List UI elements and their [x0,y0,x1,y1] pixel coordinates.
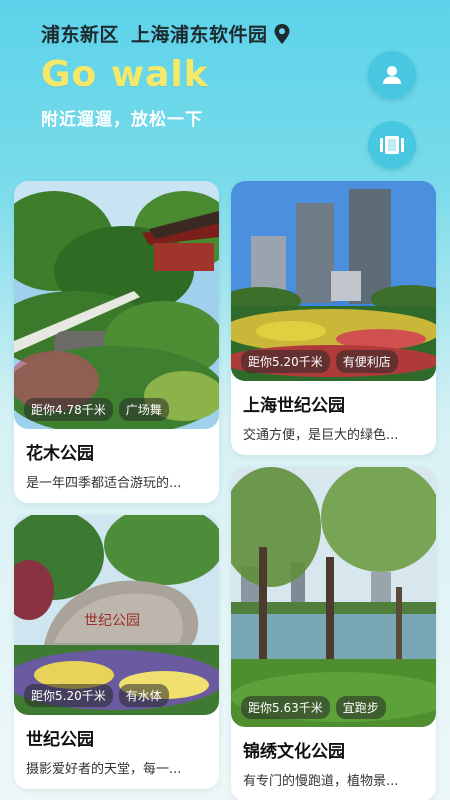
feature-tag: 宜跑步 [335,696,386,719]
feature-tag: 有水体 [118,684,169,707]
place-label: 上海浦东软件园 [131,24,268,46]
park-tags: 距你5.20千米 有便利店 [241,350,398,373]
park-tags: 距你5.20千米 有水体 [24,684,169,707]
park-photo: 世纪公园 距你5.20千米 有水体 [14,515,219,715]
district-label: 浦东新区 [41,24,120,46]
park-card[interactable]: 距你5.63千米 宜跑步 锦绣文化公园 有专门的慢跑道，植物景... [231,467,436,800]
park-card[interactable]: 距你5.20千米 有便利店 上海世纪公园 交通方便，是巨大的绿色... [231,181,436,455]
park-column-left: 距你4.78千米 广场舞 花木公园 是一年四季都适合游玩的... 世纪公园 距你… [14,181,219,800]
card-view-button[interactable] [368,121,416,169]
park-description: 是一年四季都适合游玩的... [26,476,182,491]
park-tags: 距你5.63千米 宜跑步 [241,696,386,719]
park-name: 世纪公园 [26,730,94,750]
brand-title: Go walk [41,54,209,95]
park-column-right: 距你5.20千米 有便利店 上海世纪公园 交通方便，是巨大的绿色... 距你5.… [231,181,436,800]
location-pin-icon [274,23,290,44]
park-tags: 距你4.78千米 广场舞 [24,398,169,421]
park-card[interactable]: 世纪公园 距你5.20千米 有水体 世纪公园 摄影爱好者的天堂，每一... [14,515,219,789]
distance-tag: 距你5.20千米 [241,350,330,373]
feature-tag: 有便利店 [335,350,398,373]
park-photo: 距你5.20千米 有便利店 [231,181,436,381]
subtitle: 附近遛遛，放松一下 [41,110,203,130]
user-icon [383,66,401,84]
feature-tag: 广场舞 [118,398,169,421]
distance-tag: 距你5.63千米 [241,696,330,719]
park-photo: 距你4.78千米 广场舞 [14,181,219,429]
willow-lake-image [231,467,436,727]
park-description: 摄影爱好者的天堂，每一... [26,762,182,777]
park-description: 交通方便，是巨大的绿色... [243,428,399,443]
park-card[interactable]: 距你4.78千米 广场舞 花木公园 是一年四季都适合游玩的... [14,181,219,503]
garden-pavilion-image [14,181,219,429]
svg-text:世纪公园: 世纪公园 [84,613,140,629]
location-bar[interactable]: 浦东新区 上海浦东软件园 [41,20,291,47]
park-name: 锦绣文化公园 [243,742,345,762]
profile-button[interactable] [368,51,416,99]
card-icon [380,136,404,154]
distance-tag: 距你4.78千米 [24,398,113,421]
park-name: 上海世纪公园 [243,396,345,416]
park-name: 花木公园 [26,444,94,464]
park-photo: 距你5.63千米 宜跑步 [231,467,436,727]
park-description: 有专门的慢跑道，植物景... [243,774,399,789]
distance-tag: 距你5.20千米 [24,684,113,707]
header: 浦东新区 上海浦东软件园 Go walk 附近遛遛，放松一下 [0,0,450,180]
